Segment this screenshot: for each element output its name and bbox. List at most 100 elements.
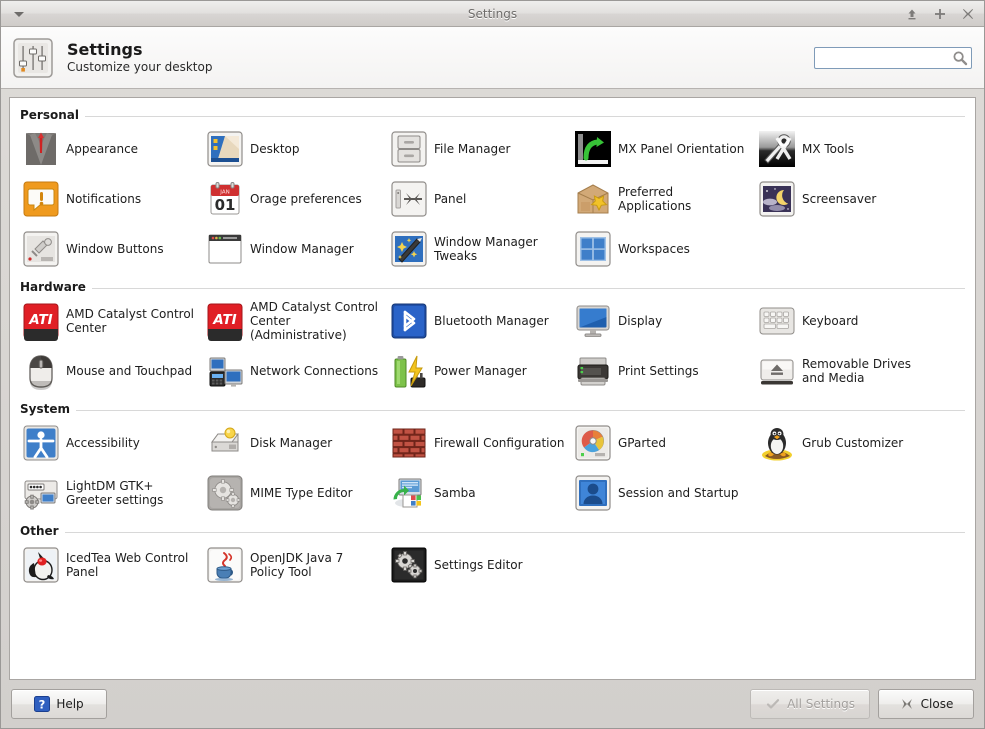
settings-item[interactable]: Settings Editor xyxy=(386,540,570,590)
network-connections-icon xyxy=(205,351,245,391)
help-icon: ? xyxy=(34,696,51,712)
settings-item[interactable]: MX Tools xyxy=(754,124,938,174)
settings-item[interactable]: File Manager xyxy=(386,124,570,174)
printer-icon xyxy=(573,351,613,391)
settings-item[interactable]: Grub Customizer xyxy=(754,418,938,468)
window-controls xyxy=(904,6,976,22)
mx-tools-icon xyxy=(757,129,797,169)
settings-item[interactable]: Preferred Applications xyxy=(570,174,754,224)
settings-item[interactable]: Samba xyxy=(386,468,570,518)
settings-item[interactable]: Session and Startup xyxy=(570,468,754,518)
settings-item[interactable]: Panel xyxy=(386,174,570,224)
settings-item[interactable]: Screensaver xyxy=(754,174,938,224)
settings-item[interactable]: Accessibility xyxy=(18,418,202,468)
appearance-suit-icon xyxy=(21,129,61,169)
settings-item[interactable]: Display xyxy=(570,296,754,346)
settings-item-label: Panel xyxy=(434,192,467,206)
keyboard-icon xyxy=(759,307,795,335)
orage-calendar-icon: JAN 01 xyxy=(205,179,245,219)
workspaces-icon xyxy=(573,229,613,269)
settings-item[interactable]: MX Panel Orientation xyxy=(570,124,754,174)
settings-item-label: Grub Customizer xyxy=(802,436,904,450)
settings-item[interactable]: MIME Type Editor xyxy=(202,468,386,518)
settings-window: Settings Settings Customize your desktop… xyxy=(0,0,985,729)
settings-item[interactable]: Workspaces xyxy=(570,224,754,274)
settings-item[interactable]: Window Manager xyxy=(202,224,386,274)
settings-item[interactable]: ATI AMD Catalyst Control Center (Administ… xyxy=(202,296,386,346)
settings-item[interactable]: Keyboard xyxy=(754,296,938,346)
close-button[interactable] xyxy=(960,6,976,22)
settings-item[interactable]: Power Manager xyxy=(386,346,570,396)
removable-drive-eject-icon xyxy=(760,359,794,385)
keyboard-icon xyxy=(757,301,797,341)
window-manager-icon xyxy=(205,229,245,269)
power-battery-icon xyxy=(389,351,429,391)
firewall-brickwall-icon xyxy=(389,423,429,463)
panel-icon xyxy=(391,181,427,217)
settings-item[interactable]: LightDM GTK+ Greeter settings xyxy=(18,468,202,518)
settings-item-label: GParted xyxy=(618,436,666,450)
ati-logo-icon: ATI xyxy=(207,303,243,341)
section-divider xyxy=(85,115,965,117)
display-monitor-icon xyxy=(573,301,613,341)
gparted-pie-disk-icon xyxy=(573,423,613,463)
settings-item[interactable]: Window Manager Tweaks xyxy=(386,224,570,274)
settings-item-label: AMD Catalyst Control Center (Administrat… xyxy=(250,300,378,342)
window-manager-tweaks-icon xyxy=(391,231,427,267)
window-manager-tweaks-icon xyxy=(389,229,429,269)
settings-item[interactable]: ATI AMD Catalyst Control Center xyxy=(18,296,202,346)
settings-editor-gears-icon xyxy=(389,545,429,585)
close-button-label: Close xyxy=(920,697,954,711)
settings-item[interactable]: Disk Manager xyxy=(202,418,386,468)
section-title: Other xyxy=(20,524,59,538)
removable-drive-eject-icon xyxy=(757,351,797,391)
grub-penguin-icon xyxy=(757,423,797,463)
settings-item[interactable]: JAN 01 Orage preferences xyxy=(202,174,386,224)
settings-item-label: Samba xyxy=(434,486,476,500)
settings-item-label: Session and Startup xyxy=(618,486,739,500)
settings-item-label: Preferred Applications xyxy=(618,185,692,213)
orage-calendar-icon: JAN 01 xyxy=(210,182,240,215)
settings-item[interactable]: IcedTea Web Control Panel xyxy=(18,540,202,590)
close-dialog-button[interactable]: Close xyxy=(878,689,974,719)
section-header: System xyxy=(18,398,967,418)
ati-logo-icon: ATI xyxy=(21,301,61,341)
settings-item[interactable]: Bluetooth Manager xyxy=(386,296,570,346)
search-input[interactable] xyxy=(814,46,972,69)
settings-item-label: Display xyxy=(618,314,663,328)
settings-item-label: Removable Drives and Media xyxy=(802,357,912,385)
settings-item[interactable]: Desktop xyxy=(202,124,386,174)
mx-panel-orientation-icon xyxy=(573,129,613,169)
settings-item[interactable]: Mouse and Touchpad xyxy=(18,346,202,396)
maximize-icon xyxy=(935,8,945,19)
section-title: System xyxy=(20,402,70,416)
help-button[interactable]: ? Help xyxy=(11,689,107,719)
window-buttons-icon xyxy=(23,231,59,267)
settings-item-label: Network Connections xyxy=(250,364,379,378)
gparted-pie-disk-icon xyxy=(575,425,611,461)
java-coffee-icon xyxy=(205,545,245,585)
window-menu-button[interactable] xyxy=(5,4,33,24)
settings-item[interactable]: Notifications xyxy=(18,174,202,224)
settings-item[interactable]: OpenJDK Java 7 Policy Tool xyxy=(202,540,386,590)
all-settings-button-label: All Settings xyxy=(787,697,855,711)
settings-item[interactable]: Firewall Configuration xyxy=(386,418,570,468)
settings-item-grid: ATI AMD Catalyst Control Center ATI AMD Ca… xyxy=(18,296,967,396)
mx-tools-icon xyxy=(759,131,795,167)
section-other: Other IcedTea Web Control Panel OpenJDK … xyxy=(18,520,967,590)
settings-item-label: LightDM GTK+ Greeter settings xyxy=(66,479,164,507)
all-settings-button[interactable]: All Settings xyxy=(750,689,870,719)
settings-item[interactable]: Appearance xyxy=(18,124,202,174)
firewall-brickwall-icon xyxy=(392,428,426,458)
settings-item[interactable]: Network Connections xyxy=(202,346,386,396)
shade-button[interactable] xyxy=(904,6,920,22)
samba-share-icon xyxy=(393,478,422,508)
settings-item[interactable]: Print Settings xyxy=(570,346,754,396)
maximize-button[interactable] xyxy=(932,6,948,22)
settings-item[interactable]: GParted xyxy=(570,418,754,468)
close-icon xyxy=(963,8,973,19)
settings-item-grid: Appearance Desktop File Manager MX Panel… xyxy=(18,124,967,274)
settings-item[interactable]: Window Buttons xyxy=(18,224,202,274)
settings-item[interactable]: Removable Drives and Media xyxy=(754,346,938,396)
screensaver-moon-icon xyxy=(759,181,795,217)
